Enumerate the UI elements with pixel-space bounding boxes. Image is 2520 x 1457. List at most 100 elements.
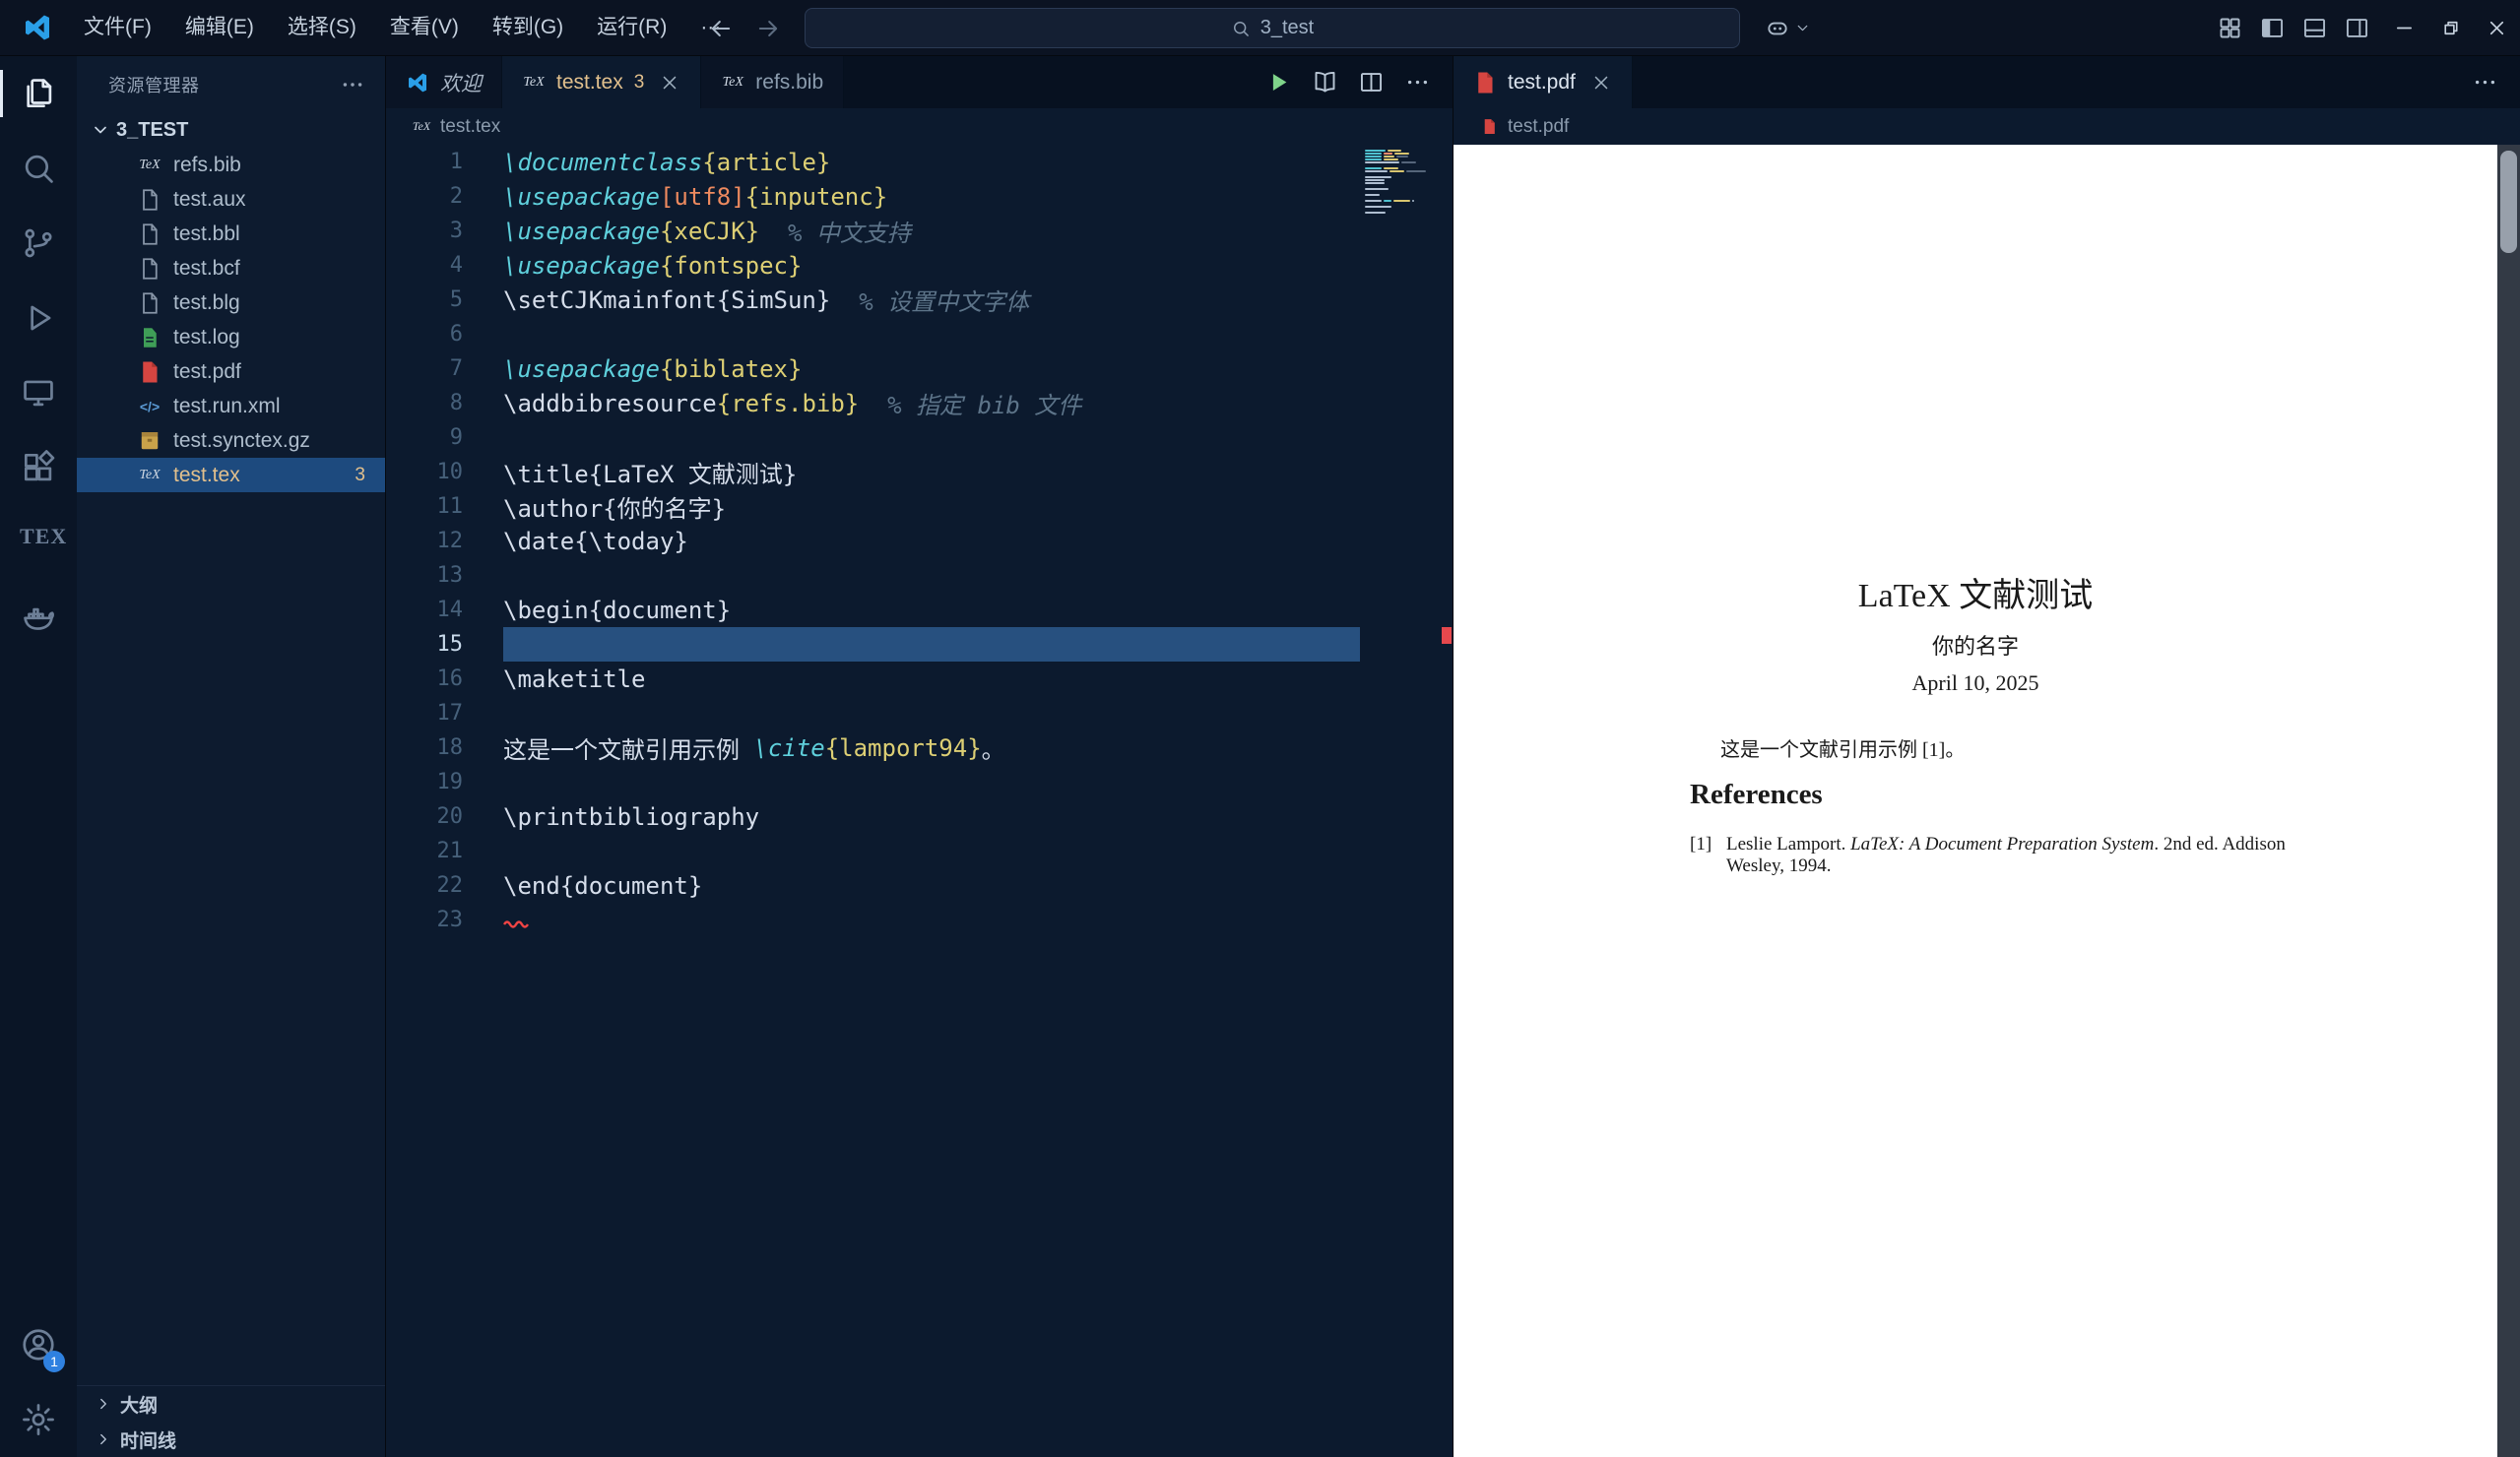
tree-item-test.tex[interactable]: TeX test.tex 3 — [77, 458, 385, 492]
forward-icon[interactable] — [754, 15, 782, 42]
tree-item-test.bbl[interactable]: test.bbl — [77, 217, 385, 251]
pdf-scrollbar[interactable] — [2497, 145, 2520, 1457]
window-control-close[interactable] — [2474, 0, 2520, 56]
tab-test.tex[interactable]: TeX test.tex 3 — [502, 56, 702, 108]
activity-item-source-control[interactable] — [0, 206, 77, 281]
code-line-23[interactable]: 23 — [386, 903, 1366, 937]
window-control-minimize[interactable] — [2381, 0, 2427, 56]
activity-item-settings[interactable] — [0, 1382, 77, 1457]
tree-item-test.bcf[interactable]: test.bcf — [77, 251, 385, 285]
code-line-4[interactable]: 4 \usepackage {fontspec} — [386, 248, 1366, 283]
tree-item-refs.bib[interactable]: TeX refs.bib — [77, 148, 385, 182]
code-line-17[interactable]: 17 — [386, 696, 1366, 730]
activity-item-search[interactable] — [0, 131, 77, 206]
pdf-reference-label: [1] — [1690, 834, 1712, 855]
tree-item-test.synctex.gz[interactable]: test.synctex.gz — [77, 423, 385, 458]
code-line-7[interactable]: 7 \usepackage {biblatex} — [386, 351, 1366, 386]
editor-actions — [1265, 56, 1453, 108]
close-icon[interactable] — [1590, 72, 1612, 94]
open-preview-icon[interactable] — [1312, 69, 1338, 95]
menu-item[interactable]: 转到(G) — [476, 7, 580, 48]
code-line-10[interactable]: 10 \title{LaTeX 文献测试} — [386, 455, 1366, 489]
chevron-right-icon — [95, 1430, 112, 1448]
command-center[interactable]: 3_test — [805, 8, 1740, 48]
more-actions-icon[interactable] — [340, 72, 365, 97]
tree-item-test.blg[interactable]: test.blg — [77, 285, 385, 320]
more-icon[interactable] — [1404, 69, 1431, 95]
minimap-token — [1365, 150, 1386, 152]
menu-item[interactable]: 编辑(E) — [168, 7, 271, 48]
split-editor-icon[interactable] — [1358, 69, 1385, 95]
chevron-down-icon[interactable] — [1794, 20, 1811, 36]
activity-item-latex-workshop[interactable]: TEX — [0, 505, 77, 580]
tree-item-test.pdf[interactable]: test.pdf — [77, 354, 385, 389]
code-line-16[interactable]: 16 \maketitle — [386, 662, 1366, 696]
code-line-20[interactable]: 20 \printbibliography — [386, 799, 1366, 834]
code-line-3[interactable]: 3 \usepackage {xeCJK} % 中文支持 — [386, 214, 1366, 248]
more-icon[interactable] — [2472, 69, 2498, 95]
code-line-11[interactable]: 11 \author{你的名字} — [386, 489, 1366, 524]
tree-item-test.aux[interactable]: test.aux — [77, 182, 385, 217]
panel-right-icon[interactable] — [2344, 15, 2370, 41]
code-line-text: \usepackage {xeCJK} % 中文支持 — [463, 214, 911, 248]
code-line-2[interactable]: 2 \usepackage [utf8] {inputenc} — [386, 179, 1366, 214]
activity-item-remote-explorer[interactable] — [0, 355, 77, 430]
code-line-5[interactable]: 5 \setCJKmainfont{SimSun} % 设置中文字体 — [386, 283, 1366, 317]
code-line-21[interactable]: 21 — [386, 834, 1366, 868]
menu-item[interactable]: 文件(F) — [67, 7, 168, 48]
minimap-token — [1365, 158, 1382, 160]
layout-grid-icon[interactable] — [2217, 15, 2243, 41]
pdf-file-icon — [1473, 71, 1497, 95]
pdf-scrollbar-thumb[interactable] — [2500, 151, 2517, 253]
activity-item-accounts[interactable]: 1 — [0, 1307, 77, 1382]
code-line-6[interactable]: 6 — [386, 317, 1366, 351]
breadcrumb[interactable]: test.pdf — [1454, 108, 2520, 145]
back-icon[interactable] — [707, 15, 735, 42]
code-line-19[interactable]: 19 — [386, 765, 1366, 799]
activity-item-extensions[interactable] — [0, 430, 77, 505]
activity-item-docker[interactable] — [0, 580, 77, 655]
code-line-14[interactable]: 14 \begin{document} — [386, 593, 1366, 627]
code-line-18[interactable]: 18 这是一个文献引用示例 \cite {lamport94}。 — [386, 730, 1366, 765]
activity-bar-top: TEX — [0, 56, 77, 655]
tab-欢迎[interactable]: 欢迎 — [386, 56, 502, 108]
line-number: 7 — [449, 356, 463, 381]
panel-left-icon[interactable] — [2259, 15, 2286, 41]
file-name: test.pdf — [173, 359, 241, 383]
code-token: \date{\today} — [503, 527, 688, 555]
tree-item-test.log[interactable]: test.log — [77, 320, 385, 354]
panel-bottom-icon[interactable] — [2301, 15, 2328, 41]
breadcrumb[interactable]: TeX test.tex — [386, 108, 1453, 145]
code-line-1[interactable]: 1 \documentclass {article} — [386, 145, 1366, 179]
tree-root-folder[interactable]: 3_TEST — [77, 112, 385, 148]
close-icon[interactable] — [659, 72, 680, 94]
activity-item-explorer[interactable] — [0, 56, 77, 131]
code-line-9[interactable]: 9 — [386, 420, 1366, 455]
code-line-13[interactable]: 13 — [386, 558, 1366, 593]
activity-item-run-debug[interactable] — [0, 281, 77, 355]
tree-item-test.run.xml[interactable]: </> test.run.xml — [77, 389, 385, 423]
window-control-restore[interactable] — [2427, 0, 2474, 56]
code-editor[interactable]: 1 \documentclass {article} 2 \usepackage [utf… — [386, 145, 1453, 1457]
code-line-22[interactable]: 22 \end{document} — [386, 868, 1366, 903]
minimap[interactable] — [1365, 145, 1433, 218]
minimap-token — [1365, 170, 1388, 172]
pdf-page: LaTeX 文献测试 你的名字 April 10, 2025 这是一个文献引用示… — [1454, 145, 2497, 1457]
menu-item[interactable]: 运行(R) — [580, 7, 683, 48]
file-name: test.log — [173, 325, 240, 348]
menu-item[interactable]: 查看(V) — [373, 7, 476, 48]
code-line-8[interactable]: 8 \addbibresource {refs.bib} % 指定 bib 文件 — [386, 386, 1366, 420]
sidebar-section-大纲[interactable]: 大纲 — [77, 1386, 385, 1422]
code-line-text: \author{你的名字} — [463, 489, 726, 524]
code-line-15[interactable]: 15 — [386, 627, 1366, 662]
code-line-12[interactable]: 12 \date{\today} — [386, 524, 1366, 558]
sidebar-section-时间线[interactable]: 时间线 — [77, 1422, 385, 1457]
copilot-icon[interactable] — [1765, 16, 1790, 41]
menu-item[interactable]: 选择(S) — [271, 7, 373, 48]
tex-file-icon: TeX — [139, 467, 161, 482]
pdf-file-icon — [138, 360, 162, 384]
tab-test.pdf[interactable]: test.pdf — [1454, 56, 1633, 108]
run-icon[interactable] — [1265, 69, 1292, 95]
pdf-body-text: 这是一个文献引用示例 [1]。 — [1720, 739, 1966, 761]
tab-refs.bib[interactable]: TeX refs.bib — [701, 56, 845, 108]
